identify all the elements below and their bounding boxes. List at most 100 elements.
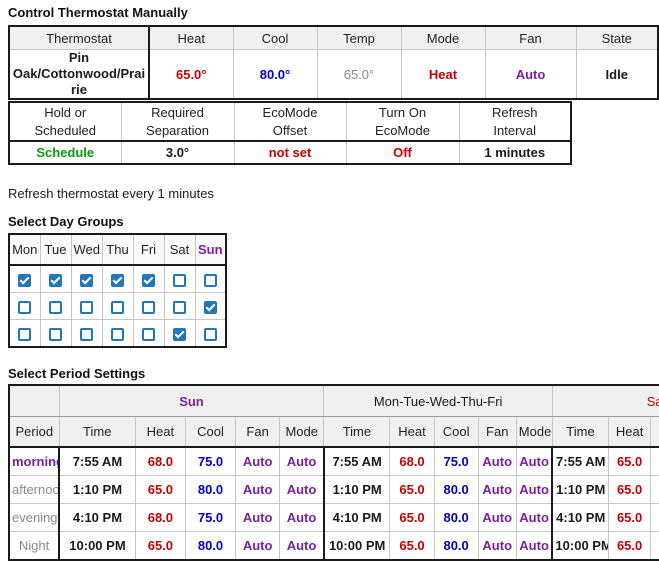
day-checkbox[interactable] — [204, 301, 217, 314]
heat-value[interactable]: 65.0 — [135, 476, 185, 504]
refresh-interval-value[interactable]: 1 minutes — [459, 141, 571, 164]
group-header-sat: Sat — [552, 385, 659, 417]
day-checkbox[interactable] — [142, 274, 155, 287]
cool-value[interactable]: 75.0 — [434, 447, 478, 476]
turn-on-ecomode-value[interactable]: Off — [346, 141, 459, 164]
heat-value[interactable]: 65.0 — [390, 532, 434, 561]
day-cell — [133, 265, 164, 293]
cool-value[interactable]: 80.0 — [185, 532, 235, 561]
col-header-heat-sat: Heat — [609, 417, 651, 448]
section-title-day-groups: Select Day Groups — [8, 214, 659, 229]
col-header-mode-weekdays: Mode — [516, 417, 552, 448]
mode-value[interactable]: Auto — [516, 447, 552, 476]
mode-value[interactable]: Auto — [516, 532, 552, 561]
heat-setpoint-value[interactable]: 65.0° — [149, 50, 233, 100]
col-header-period: Period — [9, 417, 59, 448]
fan-value[interactable]: Auto — [478, 476, 516, 504]
time-value[interactable]: 1:10 PM — [324, 476, 390, 504]
heat-value[interactable]: 65.0 — [609, 532, 651, 561]
day-checkbox[interactable] — [111, 328, 124, 341]
time-value[interactable]: 1:10 PM — [552, 476, 608, 504]
mode-value[interactable]: Auto — [280, 504, 324, 532]
day-checkbox[interactable] — [204, 328, 217, 341]
time-value[interactable]: 10:00 PM — [552, 532, 608, 561]
heat-value[interactable]: 65.0 — [135, 532, 185, 561]
heat-value[interactable]: 65.0 — [390, 504, 434, 532]
fan-value[interactable]: Auto — [478, 532, 516, 561]
cool-value[interactable]: 75.0 — [185, 504, 235, 532]
period-name[interactable]: Night — [9, 532, 59, 561]
fan-value[interactable]: Auto — [478, 504, 516, 532]
day-cell — [71, 293, 102, 320]
cool-value[interactable]: 80.0 — [434, 532, 478, 561]
fan-value[interactable]: Auto — [236, 476, 280, 504]
fan-value[interactable]: Auto — [236, 504, 280, 532]
time-value[interactable]: 4:10 PM — [552, 504, 608, 532]
time-value[interactable]: 1:10 PM — [59, 476, 135, 504]
mode-value[interactable]: Auto — [516, 476, 552, 504]
time-value[interactable]: 7:55 AM — [324, 447, 390, 476]
day-checkbox[interactable] — [142, 328, 155, 341]
heat-value[interactable]: 65.0 — [609, 447, 651, 476]
day-checkbox[interactable] — [173, 328, 186, 341]
day-checkbox[interactable] — [173, 301, 186, 314]
fan-value[interactable]: Auto — [485, 50, 576, 100]
mode-value[interactable]: Auto — [280, 532, 324, 561]
time-value[interactable]: 7:55 AM — [59, 447, 135, 476]
day-checkbox[interactable] — [18, 301, 31, 314]
time-value[interactable]: 7:55 AM — [552, 447, 608, 476]
time-value[interactable]: 10:00 PM — [324, 532, 390, 561]
cool-value[interactable]: 80.0 — [185, 476, 235, 504]
day-checkbox[interactable] — [80, 274, 93, 287]
day-checkbox[interactable] — [111, 274, 124, 287]
cool-value[interactable]: 80.0 — [434, 504, 478, 532]
day-checkbox[interactable] — [18, 274, 31, 287]
day-header-wed: Wed — [71, 234, 102, 265]
day-checkbox[interactable] — [49, 274, 62, 287]
day-checkbox[interactable] — [18, 328, 31, 341]
day-header-sat: Sat — [164, 234, 195, 265]
day-groups-table: Mon Tue Wed Thu Fri Sat Sun — [8, 233, 227, 348]
day-cell — [195, 320, 226, 348]
clipped-cell — [651, 504, 659, 532]
period-group-header-row: Sun Mon-Tue-Wed-Thu-Fri Sat — [9, 385, 659, 417]
day-checkbox[interactable] — [49, 328, 62, 341]
col-header-fan: Fan — [485, 26, 576, 50]
heat-value[interactable]: 65.0 — [390, 476, 434, 504]
mode-value[interactable]: Auto — [280, 476, 324, 504]
required-separation-value[interactable]: 3.0° — [121, 141, 234, 164]
heat-value[interactable]: 65.0 — [609, 504, 651, 532]
period-name[interactable]: afternoon — [9, 476, 59, 504]
day-header-fri: Fri — [133, 234, 164, 265]
ecomode-offset-value[interactable]: not set — [234, 141, 346, 164]
fan-value[interactable]: Auto — [478, 447, 516, 476]
section-title-manual-control: Control Thermostat Manually — [8, 5, 659, 20]
heat-value[interactable]: 65.0 — [609, 476, 651, 504]
hold-or-scheduled-value[interactable]: Schedule — [9, 141, 121, 164]
cool-value[interactable]: 75.0 — [185, 447, 235, 476]
mode-value[interactable]: Heat — [401, 50, 485, 100]
day-checkbox[interactable] — [173, 274, 186, 287]
cool-setpoint-value[interactable]: 80.0° — [233, 50, 317, 100]
time-value[interactable]: 4:10 PM — [59, 504, 135, 532]
mode-value[interactable]: Auto — [280, 447, 324, 476]
cool-value[interactable]: 80.0 — [434, 476, 478, 504]
period-column-header-row: Period Time Heat Cool Fan Mode Time Heat… — [9, 417, 659, 448]
mode-value[interactable]: Auto — [516, 504, 552, 532]
thermostat-table-header-row: Thermostat Heat Cool Temp Mode Fan State — [9, 26, 658, 50]
day-checkbox[interactable] — [111, 301, 124, 314]
heat-value[interactable]: 68.0 — [135, 504, 185, 532]
time-value[interactable]: 10:00 PM — [59, 532, 135, 561]
period-name[interactable]: evening — [9, 504, 59, 532]
fan-value[interactable]: Auto — [236, 532, 280, 561]
day-checkbox[interactable] — [80, 328, 93, 341]
day-checkbox[interactable] — [80, 301, 93, 314]
heat-value[interactable]: 68.0 — [390, 447, 434, 476]
fan-value[interactable]: Auto — [236, 447, 280, 476]
time-value[interactable]: 4:10 PM — [324, 504, 390, 532]
day-checkbox[interactable] — [204, 274, 217, 287]
period-name[interactable]: morning — [9, 447, 59, 476]
heat-value[interactable]: 68.0 — [135, 447, 185, 476]
day-checkbox[interactable] — [142, 301, 155, 314]
day-checkbox[interactable] — [49, 301, 62, 314]
